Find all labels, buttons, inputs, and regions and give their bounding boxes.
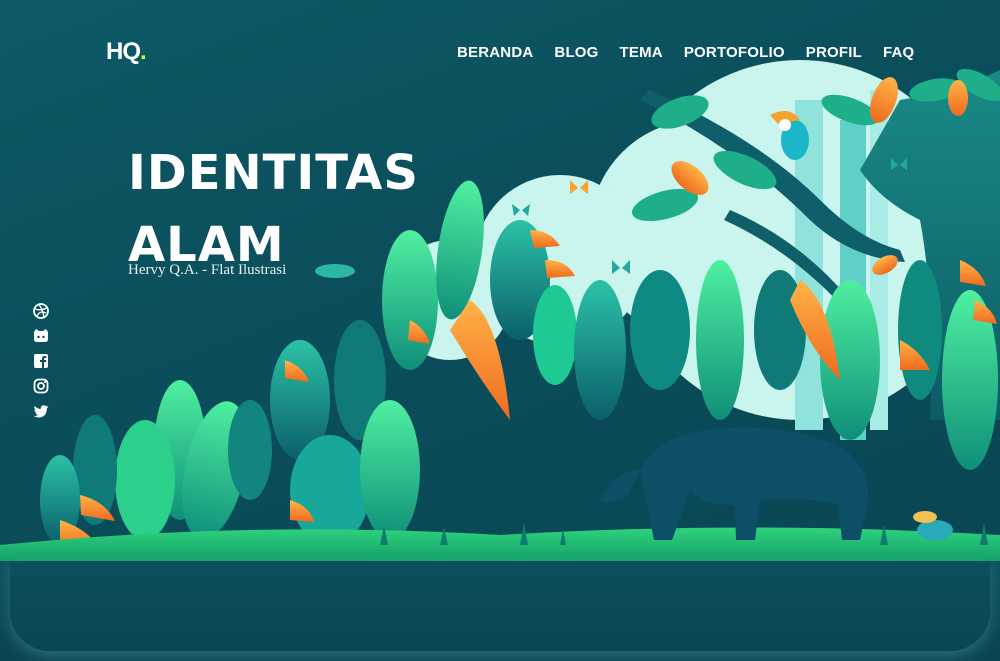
twitter-icon[interactable] <box>32 402 50 420</box>
facebook-icon[interactable] <box>32 352 50 370</box>
bottom-shadow-strip <box>0 561 1000 661</box>
hero-title-line1: IDENTITAS <box>128 145 419 201</box>
nav-link-blog[interactable]: BLOG <box>554 44 598 61</box>
nav-link-beranda[interactable]: BERANDA <box>457 44 533 61</box>
nav-link-profil[interactable]: PROFIL <box>806 44 862 61</box>
instagram-icon[interactable] <box>32 377 50 395</box>
hero-title: IDENTITAS ALAM <box>128 137 428 281</box>
dribbble-icon[interactable] <box>32 302 50 320</box>
bottom-glow <box>10 561 990 651</box>
logo-dot: . <box>140 38 147 65</box>
main-nav: BERANDA BLOG TEMA PORTOFOLIO PROFIL FAQ <box>457 44 935 61</box>
nav-link-tema[interactable]: TEMA <box>620 44 663 61</box>
logo-text: HQ <box>106 38 141 65</box>
hero-subtitle: Hervy Q.A. - Flat Ilustrasi <box>128 262 287 278</box>
nav-link-faq[interactable]: FAQ <box>883 44 914 61</box>
github-icon[interactable] <box>32 327 50 345</box>
social-links <box>32 302 50 427</box>
brand-logo[interactable]: HQ. <box>106 38 147 66</box>
nav-link-portofolio[interactable]: PORTOFOLIO <box>684 44 785 61</box>
hero-section: HQ. BERANDA BLOG TEMA PORTOFOLIO PROFIL … <box>0 0 1000 561</box>
